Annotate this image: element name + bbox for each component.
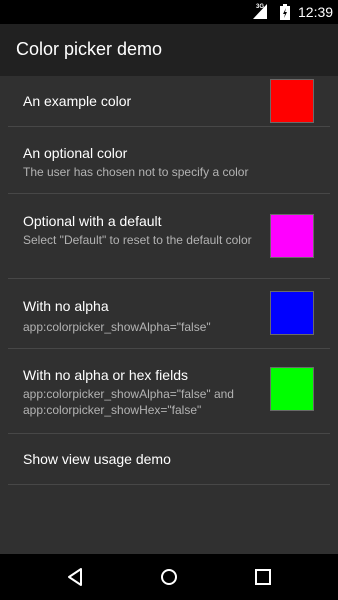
app-bar: Color picker demo (0, 24, 338, 76)
pref-title: Optional with a default (23, 213, 162, 229)
pref-view-usage-demo[interactable]: Show view usage demo (8, 434, 330, 485)
home-icon[interactable] (157, 565, 181, 589)
recents-icon[interactable] (251, 565, 275, 589)
pref-summary: app:colorpicker_showAlpha="false" and ap… (23, 387, 234, 417)
pref-summary: app:colorpicker_showAlpha="false" (23, 320, 211, 334)
pref-title: An optional color (23, 145, 128, 161)
color-swatch (270, 214, 314, 258)
back-icon[interactable] (63, 565, 87, 589)
pref-title: With no alpha (23, 298, 109, 314)
pref-title: With no alpha or hex fields (23, 367, 188, 383)
battery-icon (280, 4, 290, 20)
navigation-bar (0, 554, 338, 600)
color-swatch (270, 79, 314, 123)
color-swatch (270, 291, 314, 335)
color-swatch (270, 367, 314, 411)
pref-title: An example color (23, 93, 132, 109)
pref-optional-default[interactable]: Optional with a default Select "Default"… (8, 194, 330, 279)
pref-no-alpha-or-hex[interactable]: With no alpha or hex fields app:colorpic… (8, 349, 330, 434)
status-bar: 3G 12:39 (0, 0, 338, 24)
pref-summary: Select "Default" to reset to the default… (23, 233, 252, 247)
pref-example-color[interactable]: An example color (8, 76, 330, 127)
pref-no-alpha[interactable]: With no alpha app:colorpicker_showAlpha=… (8, 279, 330, 349)
page-title: Color picker demo (16, 39, 163, 59)
network-type-label: 3G (256, 4, 265, 10)
pref-title: Show view usage demo (23, 451, 171, 467)
pref-optional-color[interactable]: An optional color The user has chosen no… (8, 127, 330, 194)
pref-summary: The user has chosen not to specify a col… (23, 165, 249, 179)
clock: 12:39 (298, 4, 334, 20)
